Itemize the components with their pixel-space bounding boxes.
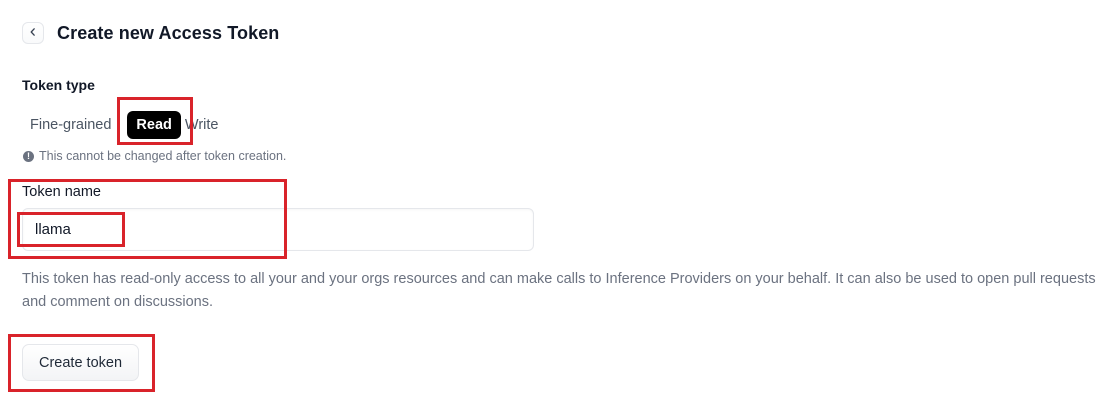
back-button[interactable]	[22, 22, 44, 44]
info-icon: !	[23, 150, 34, 162]
chevron-left-icon	[28, 24, 38, 42]
token-type-label: Token type	[22, 77, 95, 93]
create-token-button[interactable]: Create token	[22, 344, 139, 381]
page-header: Create new Access Token	[22, 22, 279, 44]
token-name-input[interactable]	[22, 208, 534, 251]
token-type-note: ! This cannot be changed after token cre…	[23, 149, 286, 163]
token-permissions-description: This token has read-only access to all y…	[22, 271, 1096, 310]
token-name-label: Token name	[22, 184, 101, 200]
token-type-selector: Fine-grained Read Write	[22, 111, 226, 139]
page-title: Create new Access Token	[57, 22, 280, 43]
token-type-write[interactable]: Write	[181, 111, 227, 139]
token-type-note-text: This cannot be changed after token creat…	[39, 149, 287, 163]
token-type-fine-grained[interactable]: Fine-grained	[22, 111, 119, 139]
token-type-read[interactable]: Read	[127, 111, 181, 139]
